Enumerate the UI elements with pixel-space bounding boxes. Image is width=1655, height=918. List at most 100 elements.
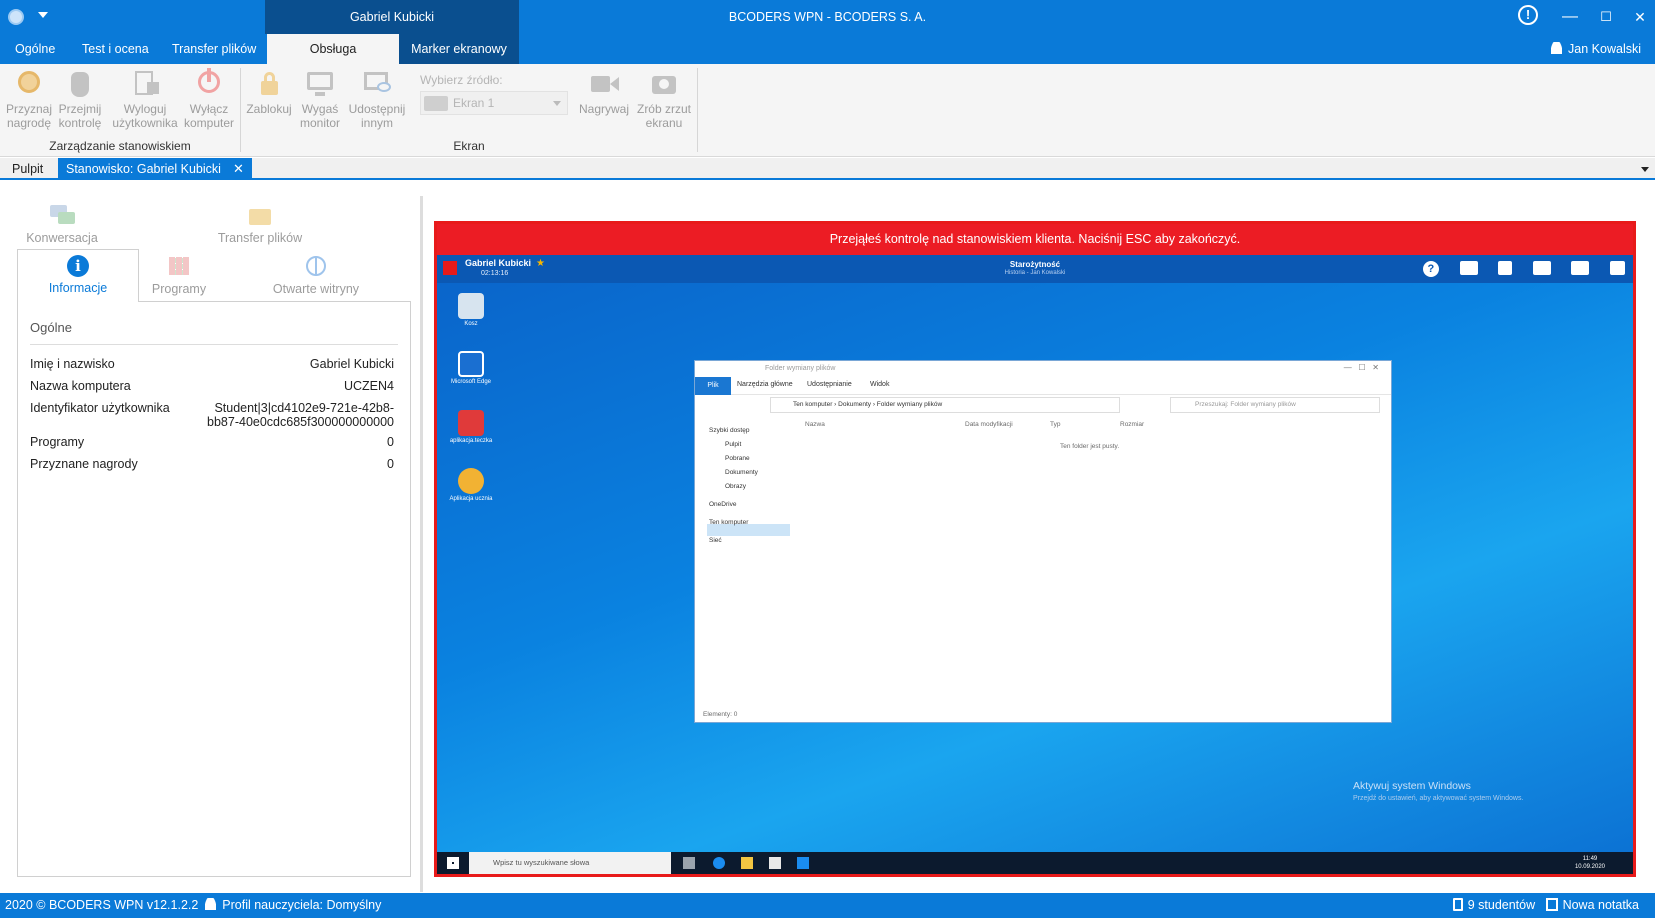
info-row-computer: Nazwa komputera UCZEN4 xyxy=(30,379,394,393)
take-control-button[interactable]: Przejmij kontrolę xyxy=(56,68,104,130)
tab-konwersacja[interactable]: Konwersacja xyxy=(20,205,104,245)
teczka-icon xyxy=(458,410,484,436)
task-view-icon[interactable] xyxy=(683,857,695,869)
info-panel: Ogólne Imię i nazwisko Gabriel Kubicki Na… xyxy=(17,301,411,877)
close-button[interactable]: ✕ xyxy=(1626,4,1654,30)
monitor-icon xyxy=(304,68,336,100)
logout-user-icon xyxy=(129,68,161,100)
taskbar-clock[interactable]: 11:49 10.09.2020 xyxy=(1575,855,1605,871)
section-title: Ogólne xyxy=(30,320,72,335)
menu-obsluga-stanowiska[interactable]: Obsługa stanowiska xyxy=(267,34,399,86)
desktop-icon-student-app[interactable]: Aplikacja ucznia xyxy=(440,468,502,502)
chat-icon xyxy=(48,205,76,227)
profile-text[interactable]: Profil nauczyciela: Domyślny xyxy=(222,898,381,912)
tab-pulpit[interactable]: Pulpit xyxy=(4,158,51,180)
explorer-ribbon: Plik Narzędzia główne Udostępnianie Wido… xyxy=(695,377,1391,395)
hand-icon xyxy=(64,68,96,100)
tab-programy[interactable]: Programy xyxy=(144,256,214,296)
explorer-tab-share[interactable]: Udostępnianie xyxy=(807,381,852,388)
explorer-tab-home[interactable]: Narzędzia główne xyxy=(737,381,793,388)
user-menu[interactable]: Jan Kowalski xyxy=(1551,34,1641,64)
windows-start-icon[interactable] xyxy=(447,857,459,869)
menu-test-i-ocena[interactable]: Test i ocena xyxy=(70,34,161,64)
maximize-button[interactable]: ☐ xyxy=(1592,4,1620,30)
share-screen-button[interactable]: Udostępnij innym xyxy=(346,68,408,130)
menu-ogolne[interactable]: Ogólne xyxy=(3,34,67,64)
tab-otwarte-witryny[interactable]: Otwarte witryny xyxy=(266,256,366,296)
info-row-name: Imię i nazwisko Gabriel Kubicki xyxy=(30,357,394,371)
taskbar-search[interactable]: Wpisz tu wyszukiwane słowa xyxy=(469,852,671,874)
desktop-icon-edge[interactable]: Microsoft Edge xyxy=(440,351,502,385)
explorer-tab-view[interactable]: Widok xyxy=(870,381,889,388)
source-select[interactable]: Ekran 1 xyxy=(420,91,568,115)
status-bar: 2020 © BCODERS WPN v12.1.2.2 Profil nauc… xyxy=(0,893,1655,918)
store-taskbar-icon[interactable] xyxy=(769,857,781,869)
remote-taskbar: Wpisz tu wyszukiwane słowa 11:49 10.09.20… xyxy=(437,852,1633,874)
document-tabs: Pulpit Stanowisko: Gabriel Kubicki ✕ xyxy=(0,158,1655,180)
chevron-down-icon xyxy=(553,101,561,106)
explorer-search[interactable]: Przeszukaj: Folder wymiany plików xyxy=(1170,397,1380,413)
lock-button[interactable]: Zablokuj xyxy=(244,68,294,116)
explorer-tab-plik[interactable]: Plik xyxy=(695,377,731,395)
window-title: BCODERS WPN - BCODERS S. A. xyxy=(728,10,927,24)
note-icon xyxy=(1545,898,1558,911)
recycle-bin-icon xyxy=(458,293,484,319)
reward-button[interactable]: Przyznaj nagrodę xyxy=(6,68,52,130)
tab-station[interactable]: Stanowisko: Gabriel Kubicki ✕ xyxy=(58,158,252,180)
note-icon[interactable] xyxy=(1610,261,1625,275)
desktop-icon-teczka[interactable]: aplikacja.teczka xyxy=(440,410,502,444)
tabs-dropdown-icon[interactable] xyxy=(1641,167,1649,172)
alert-icon[interactable]: ! xyxy=(1518,5,1538,25)
control-banner: Przejąłeś kontrolę nad stanowiskiem klie… xyxy=(829,232,1241,246)
explorer-window-controls[interactable]: — ☐ ✕ xyxy=(1344,363,1379,372)
explorer-taskbar-icon[interactable] xyxy=(741,857,753,869)
section-divider xyxy=(30,344,398,345)
screenshot-button[interactable]: Zrób zrzut ekranu xyxy=(634,68,694,130)
edge-taskbar-icon[interactable] xyxy=(713,857,725,869)
menu-transfer-plikow[interactable]: Transfer plików xyxy=(160,34,268,64)
students-count[interactable]: 9 studentów xyxy=(1468,898,1535,912)
source-label: Wybierz źródło: xyxy=(420,73,503,87)
medal-icon xyxy=(13,68,45,100)
tab-transfer-plikow[interactable]: Transfer plików xyxy=(210,205,310,245)
version-text: 2020 © BCODERS WPN v12.1.2.2 xyxy=(5,898,199,912)
pane-splitter[interactable] xyxy=(420,196,423,892)
hourglass-icon xyxy=(1452,898,1463,911)
desktop-icon-recycle-bin[interactable]: Kosz xyxy=(440,293,502,327)
new-note-button[interactable]: Nowa notatka xyxy=(1563,898,1639,912)
activate-windows-title: Aktywuj system Windows xyxy=(1353,780,1471,792)
info-icon: i xyxy=(67,255,89,277)
file-explorer-window[interactable]: Folder wymiany plików — ☐ ✕ Plik Narzędzi… xyxy=(694,360,1392,723)
chart-icon[interactable] xyxy=(1532,261,1551,275)
minimize-button[interactable]: — xyxy=(1556,4,1584,30)
info-row-rewards: Przyznane nagrody 0 xyxy=(30,457,394,471)
profile-icon xyxy=(205,898,217,910)
menu-marker-ekranowy[interactable]: Marker ekranowy xyxy=(399,34,519,64)
group-label-screen: Ekran xyxy=(453,139,485,153)
user-name: Jan Kowalski xyxy=(1568,42,1641,56)
shutdown-button[interactable]: Wyłącz komputer xyxy=(182,68,236,130)
ribbon-separator xyxy=(697,68,698,152)
lock-icon xyxy=(253,68,285,100)
ribbon-separator xyxy=(240,68,241,152)
help-icon[interactable]: ? xyxy=(1422,261,1439,277)
mail-icon[interactable] xyxy=(1571,261,1590,275)
menu-bar: Ogólne Test i ocena Transfer plików Obsł… xyxy=(0,34,1655,86)
globe-icon xyxy=(302,256,330,278)
share-screen-icon xyxy=(361,68,393,100)
explorer-address-bar[interactable]: Ten komputer › Dokumenty › Folder wymian… xyxy=(770,397,1120,413)
tab-informacje[interactable]: i Informacje xyxy=(17,249,139,302)
mail-taskbar-icon[interactable] xyxy=(797,857,809,869)
folder-icon[interactable] xyxy=(1459,261,1478,275)
camera-icon xyxy=(648,68,680,100)
record-button[interactable]: Nagrywaj xyxy=(578,68,630,116)
remote-desktop[interactable]: Gabriel Kubicki 02:13:16 ★ Starożytność … xyxy=(437,255,1633,874)
folder-icon xyxy=(246,205,274,227)
user-icon xyxy=(1551,42,1563,54)
close-tab-icon[interactable]: ✕ xyxy=(233,161,244,176)
monitor-off-button[interactable]: Wygaś monitor xyxy=(298,68,342,130)
upload-icon[interactable] xyxy=(1498,261,1513,275)
remote-screen[interactable]: Przejąłeś kontrolę nad stanowiskiem klie… xyxy=(434,221,1636,877)
info-row-user-id: Identyfikator użytkownika Student|3|cd410… xyxy=(30,401,394,429)
logout-user-button[interactable]: Wyloguj użytkownika xyxy=(112,68,178,130)
